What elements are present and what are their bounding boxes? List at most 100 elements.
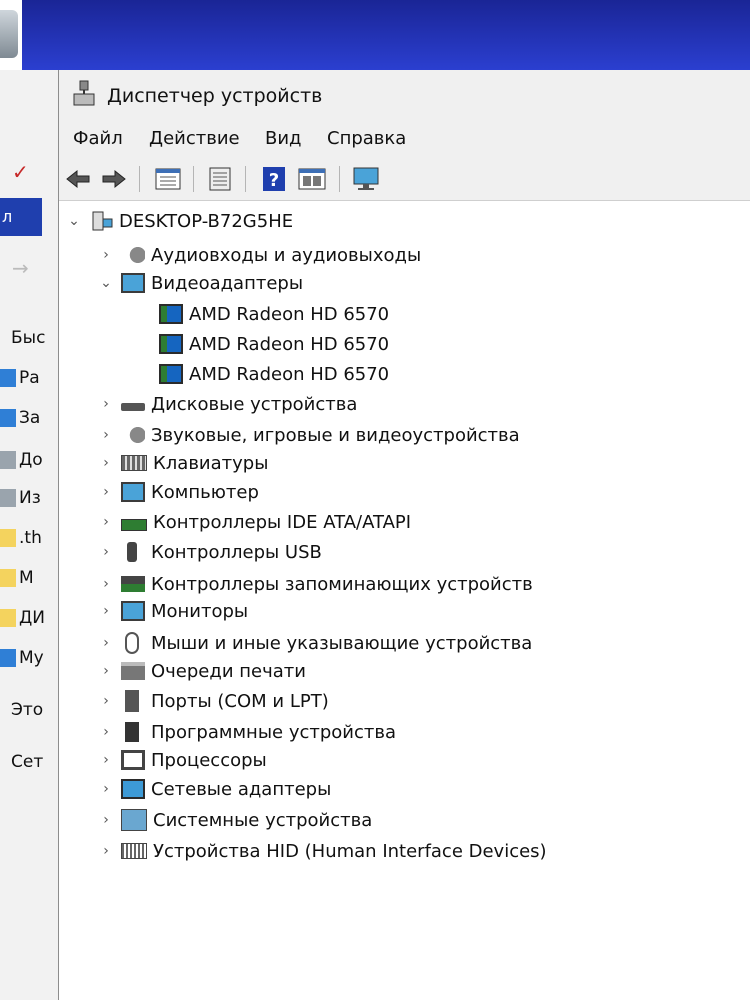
nav-item-documents[interactable]: До bbox=[0, 450, 58, 476]
nav-label: До bbox=[19, 450, 43, 470]
chevron-right-icon[interactable]: › bbox=[99, 781, 113, 797]
tree-category-sound-devices[interactable]: › Звуковые, игровые и видеоустройства bbox=[99, 421, 520, 449]
document-icon bbox=[0, 451, 16, 469]
chevron-right-icon[interactable]: › bbox=[99, 484, 113, 500]
chevron-down-icon[interactable]: ⌄ bbox=[67, 213, 81, 229]
category-label: Дисковые устройства bbox=[151, 393, 358, 415]
tree-category-ide-controllers[interactable]: › Контроллеры IDE ATA/ATAPI bbox=[99, 508, 411, 536]
chevron-right-icon[interactable]: › bbox=[99, 455, 113, 471]
chevron-right-icon[interactable]: › bbox=[99, 576, 113, 592]
tree-device-gpu[interactable]: AMD Radeon HD 6570 bbox=[159, 300, 389, 328]
tree-device-gpu[interactable]: AMD Radeon HD 6570 bbox=[159, 330, 389, 358]
chevron-right-icon[interactable]: › bbox=[99, 514, 113, 530]
nav-item-music[interactable]: Му bbox=[0, 648, 58, 674]
speaker-icon bbox=[121, 425, 145, 445]
speaker-icon bbox=[121, 245, 145, 265]
chevron-right-icon[interactable]: › bbox=[99, 603, 113, 619]
nav-item-network[interactable]: Сет bbox=[0, 752, 58, 778]
tree-category-usb-controllers[interactable]: › Контроллеры USB bbox=[99, 538, 322, 566]
title-bar[interactable]: Диспетчер устройств bbox=[59, 70, 750, 122]
nav-item-desktop[interactable]: Ра bbox=[0, 368, 58, 394]
explorer-tab[interactable]: л bbox=[0, 198, 42, 236]
chevron-right-icon[interactable]: › bbox=[99, 635, 113, 651]
gpu-icon bbox=[159, 334, 183, 354]
tree-category-keyboards[interactable]: › Клавиатуры bbox=[99, 449, 268, 477]
storage-controller-icon bbox=[121, 576, 145, 592]
tree-device-gpu[interactable]: AMD Radeon HD 6570 bbox=[159, 360, 389, 388]
tree-category-audio-io[interactable]: › Аудиовходы и аудиовыходы bbox=[99, 241, 421, 269]
tree-category-disk-drives[interactable]: › Дисковые устройства bbox=[99, 390, 357, 418]
category-label: Клавиатуры bbox=[153, 452, 269, 474]
toolbar-separator bbox=[245, 166, 246, 192]
system-device-icon bbox=[121, 809, 147, 831]
menu-action[interactable]: Действие bbox=[149, 128, 240, 149]
tree-category-mice[interactable]: › Мыши и иные указывающие устройства bbox=[99, 629, 532, 657]
menu-view[interactable]: Вид bbox=[265, 128, 302, 149]
chevron-right-icon[interactable]: › bbox=[99, 752, 113, 768]
nav-item-folder[interactable]: М bbox=[0, 568, 58, 594]
nav-label: За bbox=[19, 408, 41, 428]
nav-item-folder[interactable]: .th bbox=[0, 528, 58, 554]
gpu-icon bbox=[159, 304, 183, 324]
gpu-icon bbox=[159, 364, 183, 384]
chevron-right-icon[interactable]: › bbox=[99, 663, 113, 679]
device-manager-window: Диспетчер устройств Файл Действие Вид Сп… bbox=[58, 70, 750, 1000]
forward-arrow-icon[interactable]: → bbox=[12, 256, 29, 280]
desktop-icon bbox=[0, 369, 16, 387]
download-icon bbox=[0, 409, 16, 427]
tree-category-display-adapters[interactable]: ⌄ Видеоадаптеры bbox=[99, 269, 303, 297]
chevron-right-icon[interactable]: › bbox=[99, 843, 113, 859]
chevron-right-icon[interactable]: › bbox=[99, 247, 113, 263]
tree-category-monitors[interactable]: › Мониторы bbox=[99, 597, 248, 625]
file-explorer-window: ✓ л → Быс Ра За До Из .th М ДИ Му Это Се… bbox=[0, 70, 59, 1000]
tree-category-processors[interactable]: › Процессоры bbox=[99, 746, 267, 774]
menu-file[interactable]: Файл bbox=[73, 128, 123, 149]
tree-root[interactable]: ⌄ DESKTOP-B72G5HE bbox=[67, 207, 293, 235]
printer-icon bbox=[121, 662, 145, 680]
chevron-right-icon[interactable]: › bbox=[99, 724, 113, 740]
tree-category-print-queues[interactable]: › Очереди печати bbox=[99, 657, 306, 685]
nav-item-pictures[interactable]: Из bbox=[0, 488, 58, 514]
chevron-down-icon[interactable]: ⌄ bbox=[99, 275, 113, 291]
disk-drive-icon bbox=[121, 403, 145, 411]
update-driver-icon[interactable] bbox=[205, 164, 235, 194]
folder-icon bbox=[0, 569, 16, 587]
nav-label: Сет bbox=[11, 752, 44, 772]
chevron-right-icon[interactable]: › bbox=[99, 396, 113, 412]
tree-category-storage-controllers[interactable]: › Контроллеры запоминающих устройств bbox=[99, 570, 533, 598]
window-title: Диспетчер устройств bbox=[107, 85, 323, 107]
display-icon[interactable] bbox=[297, 164, 327, 194]
category-label: Очереди печати bbox=[151, 660, 306, 682]
nav-item-folder[interactable]: ДИ bbox=[0, 608, 58, 634]
computer-icon bbox=[89, 211, 113, 231]
tree-category-hid[interactable]: › Устройства HID (Human Interface Device… bbox=[99, 837, 546, 865]
scan-hardware-icon[interactable] bbox=[351, 164, 381, 194]
recycle-bin[interactable] bbox=[0, 0, 22, 70]
recycle-bin-icon bbox=[0, 10, 18, 58]
tree-category-software-devices[interactable]: › Программные устройства bbox=[99, 718, 396, 746]
checklist-icon[interactable]: ✓ bbox=[12, 160, 29, 184]
category-label: Видеоадаптеры bbox=[151, 272, 304, 294]
tree-category-ports[interactable]: › Порты (COM и LPT) bbox=[99, 687, 329, 715]
tree-category-network-adapters[interactable]: › Сетевые адаптеры bbox=[99, 775, 331, 803]
usb-icon bbox=[127, 542, 137, 562]
nav-item-this-pc[interactable]: Это bbox=[0, 700, 58, 726]
quick-access-item[interactable]: Быс bbox=[0, 328, 58, 354]
port-icon bbox=[125, 690, 139, 712]
nav-item-downloads[interactable]: За bbox=[0, 408, 58, 434]
tree-category-computer[interactable]: › Компьютер bbox=[99, 478, 259, 506]
back-icon[interactable] bbox=[63, 164, 93, 194]
menu-help[interactable]: Справка bbox=[327, 128, 406, 149]
tree-category-system-devices[interactable]: › Системные устройства bbox=[99, 806, 372, 834]
chevron-right-icon[interactable]: › bbox=[99, 812, 113, 828]
device-label: AMD Radeon HD 6570 bbox=[189, 333, 390, 355]
properties-icon[interactable] bbox=[153, 164, 183, 194]
chevron-right-icon[interactable]: › bbox=[99, 693, 113, 709]
help-icon[interactable]: ? bbox=[259, 164, 289, 194]
toolbar-separator bbox=[193, 166, 194, 192]
forward-icon[interactable] bbox=[99, 164, 129, 194]
category-label: Мониторы bbox=[151, 600, 249, 622]
folder-icon bbox=[0, 529, 16, 547]
chevron-right-icon[interactable]: › bbox=[99, 427, 113, 443]
chevron-right-icon[interactable]: › bbox=[99, 544, 113, 560]
